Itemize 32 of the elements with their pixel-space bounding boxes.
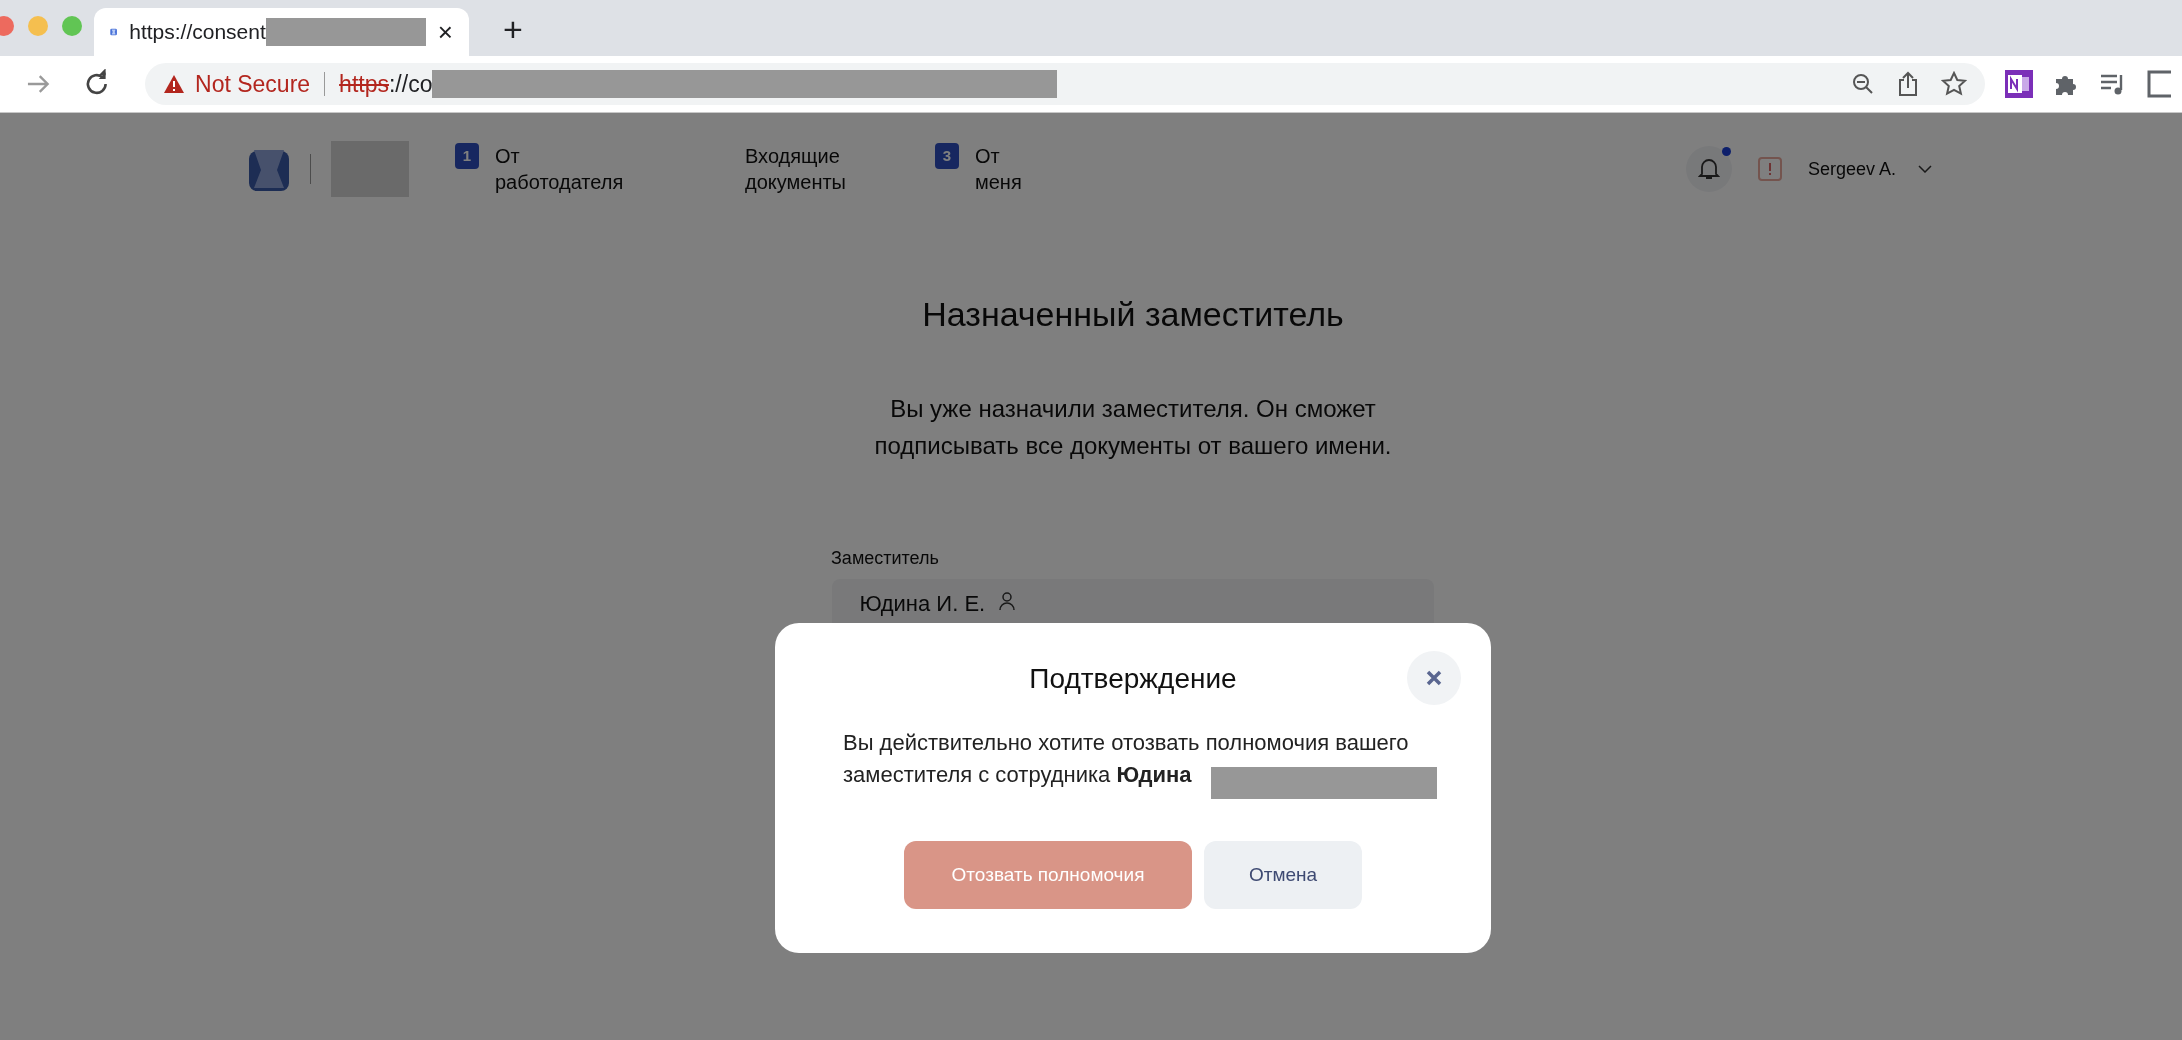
browser-tab[interactable]: https://consent ×: [94, 8, 469, 56]
share-icon[interactable]: [1896, 71, 1919, 97]
warning-icon: [163, 74, 186, 94]
nav-link[interactable]: Входящие документы: [745, 143, 846, 195]
tab-close-button[interactable]: ×: [437, 16, 453, 48]
notifications-button[interactable]: [1685, 146, 1732, 192]
dialog-message: Вы действительно хотите отозвать полномочия вашего заместителя с сотрудника Юдина: [843, 729, 1410, 789]
close-icon: [1426, 670, 1442, 686]
dialog-title: Подтверждение: [1029, 663, 1237, 695]
sidebar-icon[interactable]: [2146, 70, 2171, 98]
security-label: Not Secure: [195, 70, 311, 98]
chevron-down-icon: [1918, 165, 1932, 173]
description-text: Вы уже назначили заместителя. Он сможет подписывать все документы от вашего имени.: [873, 394, 1393, 461]
count-badge: 1: [455, 143, 479, 169]
alert-icon[interactable]: [1757, 157, 1782, 181]
app-logo-icon[interactable]: [248, 147, 290, 191]
star-icon[interactable]: [1940, 71, 1967, 97]
nav-link[interactable]: От меня: [975, 143, 1022, 195]
address-bar[interactable]: Not Secure https://co: [145, 63, 1985, 105]
url-text: ://co: [388, 70, 433, 98]
user-menu[interactable]: Sergeev A.: [1807, 158, 1932, 180]
nav-link[interactable]: От работодателя: [495, 143, 624, 195]
count-badge: 3: [935, 143, 959, 169]
url-scheme: https: [339, 70, 389, 98]
zoom-out-icon[interactable]: [1850, 72, 1875, 96]
field-label: Заместитель: [831, 548, 939, 569]
new-tab-button[interactable]: +: [497, 9, 529, 50]
cancel-button[interactable]: Отмена: [1204, 841, 1362, 909]
notebook-extension-icon[interactable]: [2004, 70, 2033, 98]
person-icon: [999, 591, 1016, 611]
page-title: Назначенный заместитель: [922, 295, 1344, 334]
bell-icon: [1697, 157, 1720, 181]
